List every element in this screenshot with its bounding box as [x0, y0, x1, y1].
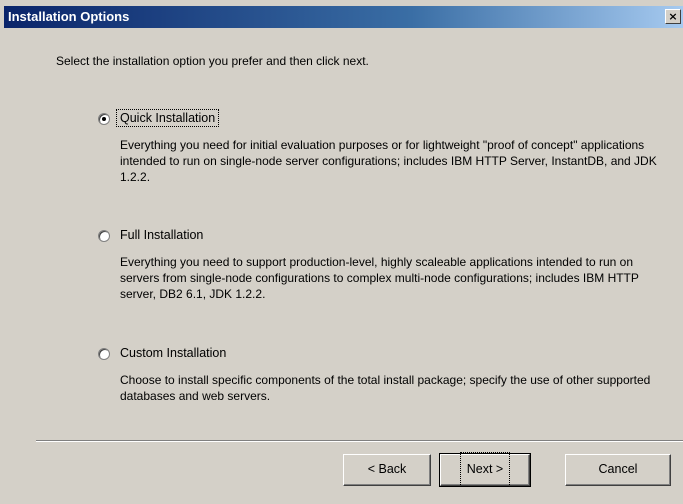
- quick-installation-label[interactable]: Quick Installation: [115, 109, 220, 127]
- quick-installation-radio[interactable]: [98, 113, 110, 125]
- title-bar[interactable]: Installation Options ×: [4, 6, 683, 28]
- radio-selected-dot: [102, 117, 106, 121]
- next-button[interactable]: Next >: [439, 452, 531, 487]
- custom-installation-description: Choose to install specific components of…: [120, 373, 651, 403]
- full-installation-radio[interactable]: [98, 230, 110, 242]
- custom-installation-radio[interactable]: [98, 348, 110, 360]
- custom-installation-label[interactable]: Custom Installation: [120, 346, 226, 360]
- full-installation-label[interactable]: Full Installation: [120, 228, 203, 242]
- close-icon: ×: [668, 10, 678, 23]
- back-button[interactable]: < Back: [343, 454, 431, 486]
- quick-installation-description: Everything you need for initial evaluati…: [120, 138, 657, 184]
- option-custom-installation: Custom Installation Choose to install sp…: [98, 346, 658, 408]
- option-quick-installation: Quick Installation Everything you need f…: [98, 109, 658, 193]
- option-full-installation: Full Installation Everything you need to…: [98, 228, 658, 310]
- instruction-text: Select the installation option you prefe…: [56, 54, 369, 68]
- cancel-button[interactable]: Cancel: [565, 454, 671, 486]
- installation-options-dialog: Installation Options × Select the instal…: [0, 0, 683, 504]
- full-installation-description: Everything you need to support productio…: [120, 255, 639, 301]
- window-title: Installation Options: [8, 9, 130, 24]
- close-button[interactable]: ×: [665, 9, 681, 24]
- button-separator: [36, 440, 683, 442]
